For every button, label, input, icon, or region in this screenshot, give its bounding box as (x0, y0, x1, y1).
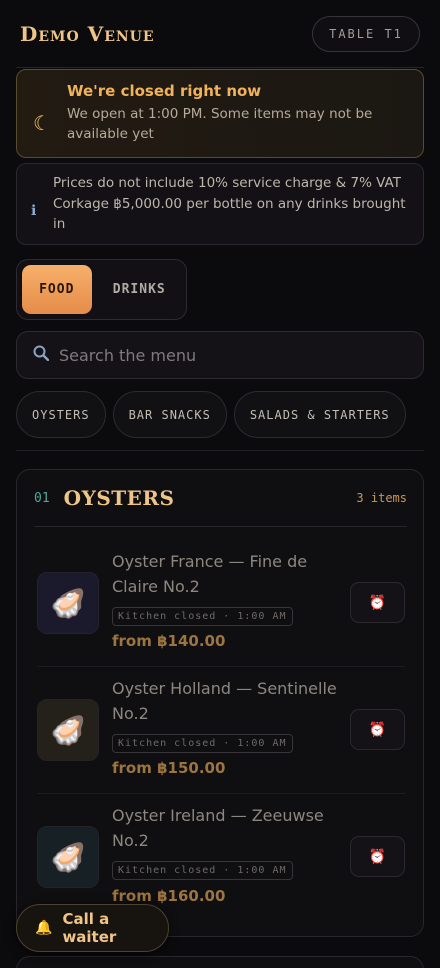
menu-item[interactable]: 🦪 Oyster Holland — Sentinelle No.2 Kitch… (37, 676, 405, 803)
header-divider (16, 67, 424, 68)
chip-oysters[interactable]: OYSTERS (16, 391, 106, 438)
closed-title: We're closed right now (67, 82, 262, 100)
alarm-clock-icon[interactable]: ⏰ (350, 709, 405, 750)
app-header: Demo Venue TABLE T1 (0, 0, 440, 68)
kitchen-closed-badge: Kitchen closed · 1:00 AM (112, 734, 293, 753)
table-badge[interactable]: TABLE T1 (312, 16, 420, 52)
section-count: 3 items (356, 491, 407, 505)
call-waiter-label: Call a waiter (62, 910, 117, 946)
menu-item[interactable]: 🦪 Oyster France — Fine de Claire No.2 Ki… (37, 549, 405, 676)
oyster-icon: 🦪 (37, 572, 99, 634)
menu-type-toggle: FOOD DRINKS (16, 259, 187, 320)
oyster-icon: 🦪 (37, 826, 99, 888)
info-icon: ℹ (31, 203, 37, 219)
corkage-text: Corkage ฿5,000.00 per bottle on any drin… (53, 195, 406, 233)
item-divider (37, 666, 405, 667)
bell-icon: 🔔 (35, 920, 53, 936)
search-icon (33, 345, 50, 365)
alarm-clock-icon[interactable]: ⏰ (350, 582, 405, 623)
item-name: Oyster France — Fine de Claire No.2 (112, 552, 308, 596)
section-number: 01 (34, 490, 50, 506)
search-bar[interactable] (16, 331, 424, 379)
search-input[interactable] (59, 345, 389, 365)
category-chips: OYSTERS BAR SNACKS SALADS & STARTERS (16, 391, 440, 438)
item-divider (37, 793, 405, 794)
closed-notice: ☾ We're closed right now We open at 1:00… (16, 69, 424, 158)
item-name: Oyster Ireland — Zeeuwse No.2 (112, 806, 324, 850)
section-title: OYSTERS (63, 486, 175, 510)
chip-bar-snacks[interactable]: BAR SNACKS (112, 391, 227, 438)
food-tab[interactable]: FOOD (22, 265, 92, 314)
kitchen-closed-badge: Kitchen closed · 1:00 AM (112, 607, 293, 626)
kitchen-closed-badge: Kitchen closed · 1:00 AM (112, 861, 293, 880)
chip-salads-starters[interactable]: SALADS & STARTERS (233, 391, 406, 438)
chips-divider (16, 450, 424, 451)
closed-text: We open at 1:00 PM. Some items may not b… (67, 106, 373, 142)
venue-name: Demo Venue (20, 22, 155, 46)
alarm-clock-icon[interactable]: ⏰ (350, 836, 405, 877)
call-waiter-button[interactable]: 🔔 Call a waiter (16, 904, 169, 952)
item-price: from ฿150.00 (112, 759, 226, 777)
item-name: Oyster Holland — Sentinelle No.2 (112, 679, 337, 723)
oyster-icon: 🦪 (37, 699, 99, 761)
next-section-card (16, 956, 424, 968)
service-charge-text: Prices do not include 10% service charge… (53, 175, 401, 191)
item-price: from ฿140.00 (112, 632, 226, 650)
section-header: 01 OYSTERS 3 items (34, 470, 407, 527)
info-notice: ℹ Prices do not include 10% service char… (16, 163, 424, 245)
item-price: from ฿160.00 (112, 887, 226, 905)
drinks-tab[interactable]: DRINKS (98, 265, 181, 314)
oysters-section: 01 OYSTERS 3 items 🦪 Oyster France — Fin… (16, 469, 424, 937)
moon-icon: ☾ (33, 111, 51, 135)
